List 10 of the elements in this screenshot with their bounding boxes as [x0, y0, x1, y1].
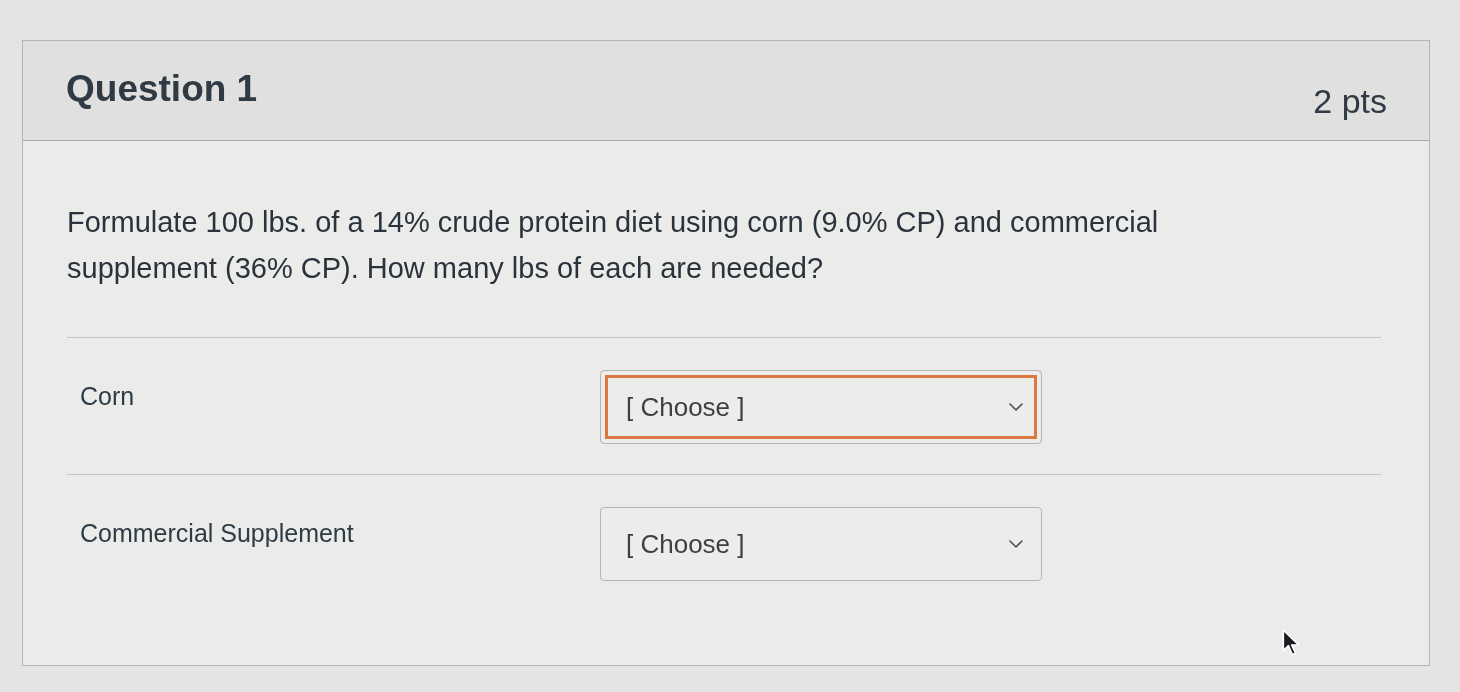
question-points: 2 pts: [1313, 81, 1387, 121]
chevron-down-icon: [1009, 403, 1023, 411]
question-title: Question 1: [66, 67, 258, 111]
answer-label: Corn: [79, 381, 136, 412]
mouse-pointer-icon: [1282, 629, 1300, 657]
answer-label: Commercial Supplement: [79, 518, 355, 549]
chevron-down-icon: [1009, 540, 1023, 548]
answer-dropdown[interactable]: [ Choose ]: [600, 370, 1042, 444]
answer-dropdown[interactable]: [ Choose ]: [600, 507, 1042, 581]
question-text: Formulate 100 lbs. of a 14% crude protein diet using corn (9.0% CP) and commercial supplement (36% CP). How many lbs of each are needed?: [67, 205, 1160, 286]
